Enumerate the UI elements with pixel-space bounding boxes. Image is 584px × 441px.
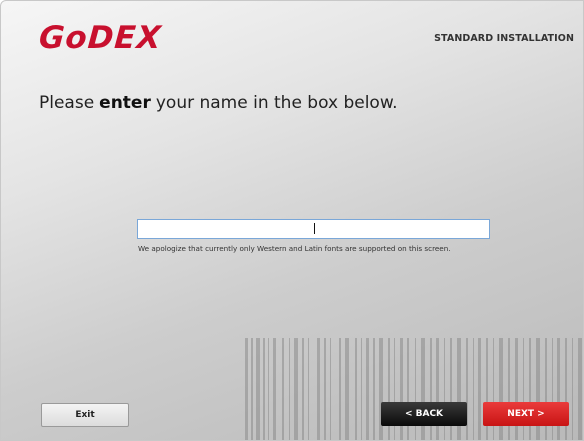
barcode-bar — [345, 338, 349, 440]
barcode-bar — [473, 338, 474, 440]
barcode-bar — [361, 338, 362, 440]
installer-window: GoDEX STANDARD INSTALLATION Please enter y… — [0, 0, 584, 441]
barcode-bar — [263, 338, 265, 440]
godex-logo: GoDEX — [37, 20, 163, 56]
barcode-bar — [324, 338, 326, 440]
next-button[interactable]: NEXT > — [483, 402, 569, 426]
installation-type-label: STANDARD INSTALLATION — [434, 33, 574, 44]
back-button[interactable]: < BACK — [381, 402, 467, 426]
barcode-bar — [317, 338, 320, 440]
barcode-bar — [478, 338, 481, 440]
barcode-bar — [373, 338, 375, 440]
barcode-bar — [245, 338, 248, 440]
barcode-bar — [572, 338, 573, 440]
page-prompt: Please enter your name in the box below. — [39, 93, 398, 113]
barcode-bar — [308, 338, 309, 440]
barcode-bar — [273, 338, 276, 440]
barcode-bar — [302, 338, 304, 440]
barcode-bar — [366, 338, 369, 440]
barcode-bar — [289, 338, 290, 440]
barcode-bar — [330, 338, 331, 440]
prompt-text-before: Please — [39, 93, 95, 113]
prompt-text-after: your name in the box below. — [155, 93, 398, 113]
barcode-bar — [339, 338, 341, 440]
prompt-text-emphasis: enter — [99, 93, 151, 113]
barcode-bar — [294, 338, 298, 440]
barcode-bar — [578, 338, 582, 440]
exit-button[interactable]: Exit — [41, 403, 129, 427]
barcode-bar — [355, 338, 357, 440]
barcode-bar — [256, 338, 260, 440]
barcode-bar — [282, 338, 284, 440]
barcode-bar — [268, 338, 269, 440]
text-cursor — [314, 223, 315, 234]
barcode-bar — [251, 338, 253, 440]
barcode-bar — [466, 338, 468, 440]
font-support-note: We apologize that currently only Western… — [138, 244, 451, 253]
